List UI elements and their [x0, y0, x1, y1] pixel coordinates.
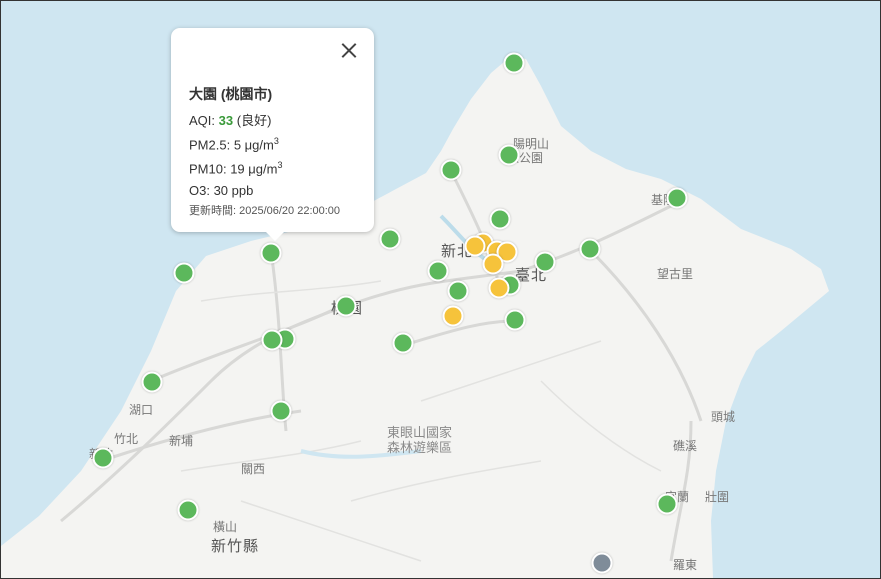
place-label: 關西 [241, 462, 266, 476]
station-marker[interactable] [173, 262, 195, 284]
station-marker-dayuan[interactable] [260, 242, 282, 264]
popup-station-name: 大園 (桃園市) [189, 86, 273, 102]
station-marker[interactable] [656, 493, 678, 515]
place-label: 森林遊樂區 [387, 441, 453, 456]
place-label: 望古里 [657, 267, 694, 281]
pm25-value: 5 μg/m [233, 137, 274, 153]
station-marker[interactable] [427, 260, 449, 282]
station-marker[interactable] [534, 251, 556, 273]
station-marker[interactable] [177, 499, 199, 521]
place-label: 東眼山國家 [387, 426, 453, 441]
pm25-label: PM2.5: [189, 137, 231, 153]
station-marker[interactable] [504, 309, 526, 331]
pm10-value: 19 μg/m [230, 161, 278, 177]
station-marker[interactable] [464, 235, 486, 257]
place-label: 陽明山 [513, 137, 550, 151]
station-marker[interactable] [489, 208, 511, 230]
place-label: 壯圍 [705, 490, 730, 504]
popup-pm10: PM10: 19 μg/m3 [189, 155, 374, 179]
popup-aqi: AQI: 33 (良好) [189, 110, 374, 131]
station-marker[interactable] [92, 447, 114, 469]
station-marker[interactable] [503, 52, 525, 74]
map-view[interactable]: 陽明山 家公園 基隆 新北 臺北 望古里 桃園 湖口 竹北 新埔 關西 新竹 橫… [0, 0, 881, 579]
place-label: 礁溪 [673, 439, 698, 453]
station-marker[interactable] [379, 228, 401, 250]
place-label: 羅東 [673, 558, 698, 572]
popup-pm25: PM2.5: 5 μg/m3 [189, 131, 374, 155]
place-label: 新竹縣 [211, 537, 260, 555]
aqi-label: AQI: [189, 113, 216, 128]
station-marker[interactable] [498, 144, 520, 166]
station-marker[interactable] [666, 187, 688, 209]
station-popup: 大園 (桃園市) AQI: 33 (良好) PM2.5: 5 μg/m3 PM1… [171, 28, 374, 241]
place-label: 竹北 [114, 432, 139, 446]
station-marker[interactable] [488, 277, 510, 299]
pm25-unit-exp: 3 [273, 136, 279, 146]
popup-updated-time: 更新時間: 2025/06/20 22:00:00 [189, 204, 341, 217]
place-label: 新埔 [169, 434, 194, 448]
station-marker[interactable] [442, 305, 464, 327]
popup-o3: O3: 30 ppb [189, 182, 254, 198]
station-marker[interactable] [591, 552, 613, 574]
station-marker[interactable] [482, 253, 504, 275]
base-map [1, 56, 829, 578]
place-label: 橫山 [213, 520, 238, 534]
aqi-status: (良好) [236, 113, 272, 128]
station-marker[interactable] [335, 295, 357, 317]
station-marker[interactable] [440, 159, 462, 181]
station-marker[interactable] [579, 238, 601, 260]
place-label: 頭城 [711, 410, 736, 424]
aqi-value: 33 [218, 113, 234, 128]
station-marker[interactable] [447, 280, 469, 302]
station-marker[interactable] [261, 329, 283, 351]
pm10-label: PM10: [189, 161, 227, 177]
station-marker[interactable] [141, 371, 163, 393]
pm10-unit-exp: 3 [277, 160, 283, 171]
place-label: 湖口 [129, 403, 154, 417]
station-marker[interactable] [270, 400, 292, 422]
close-icon[interactable] [340, 41, 358, 59]
station-marker[interactable] [392, 332, 414, 354]
